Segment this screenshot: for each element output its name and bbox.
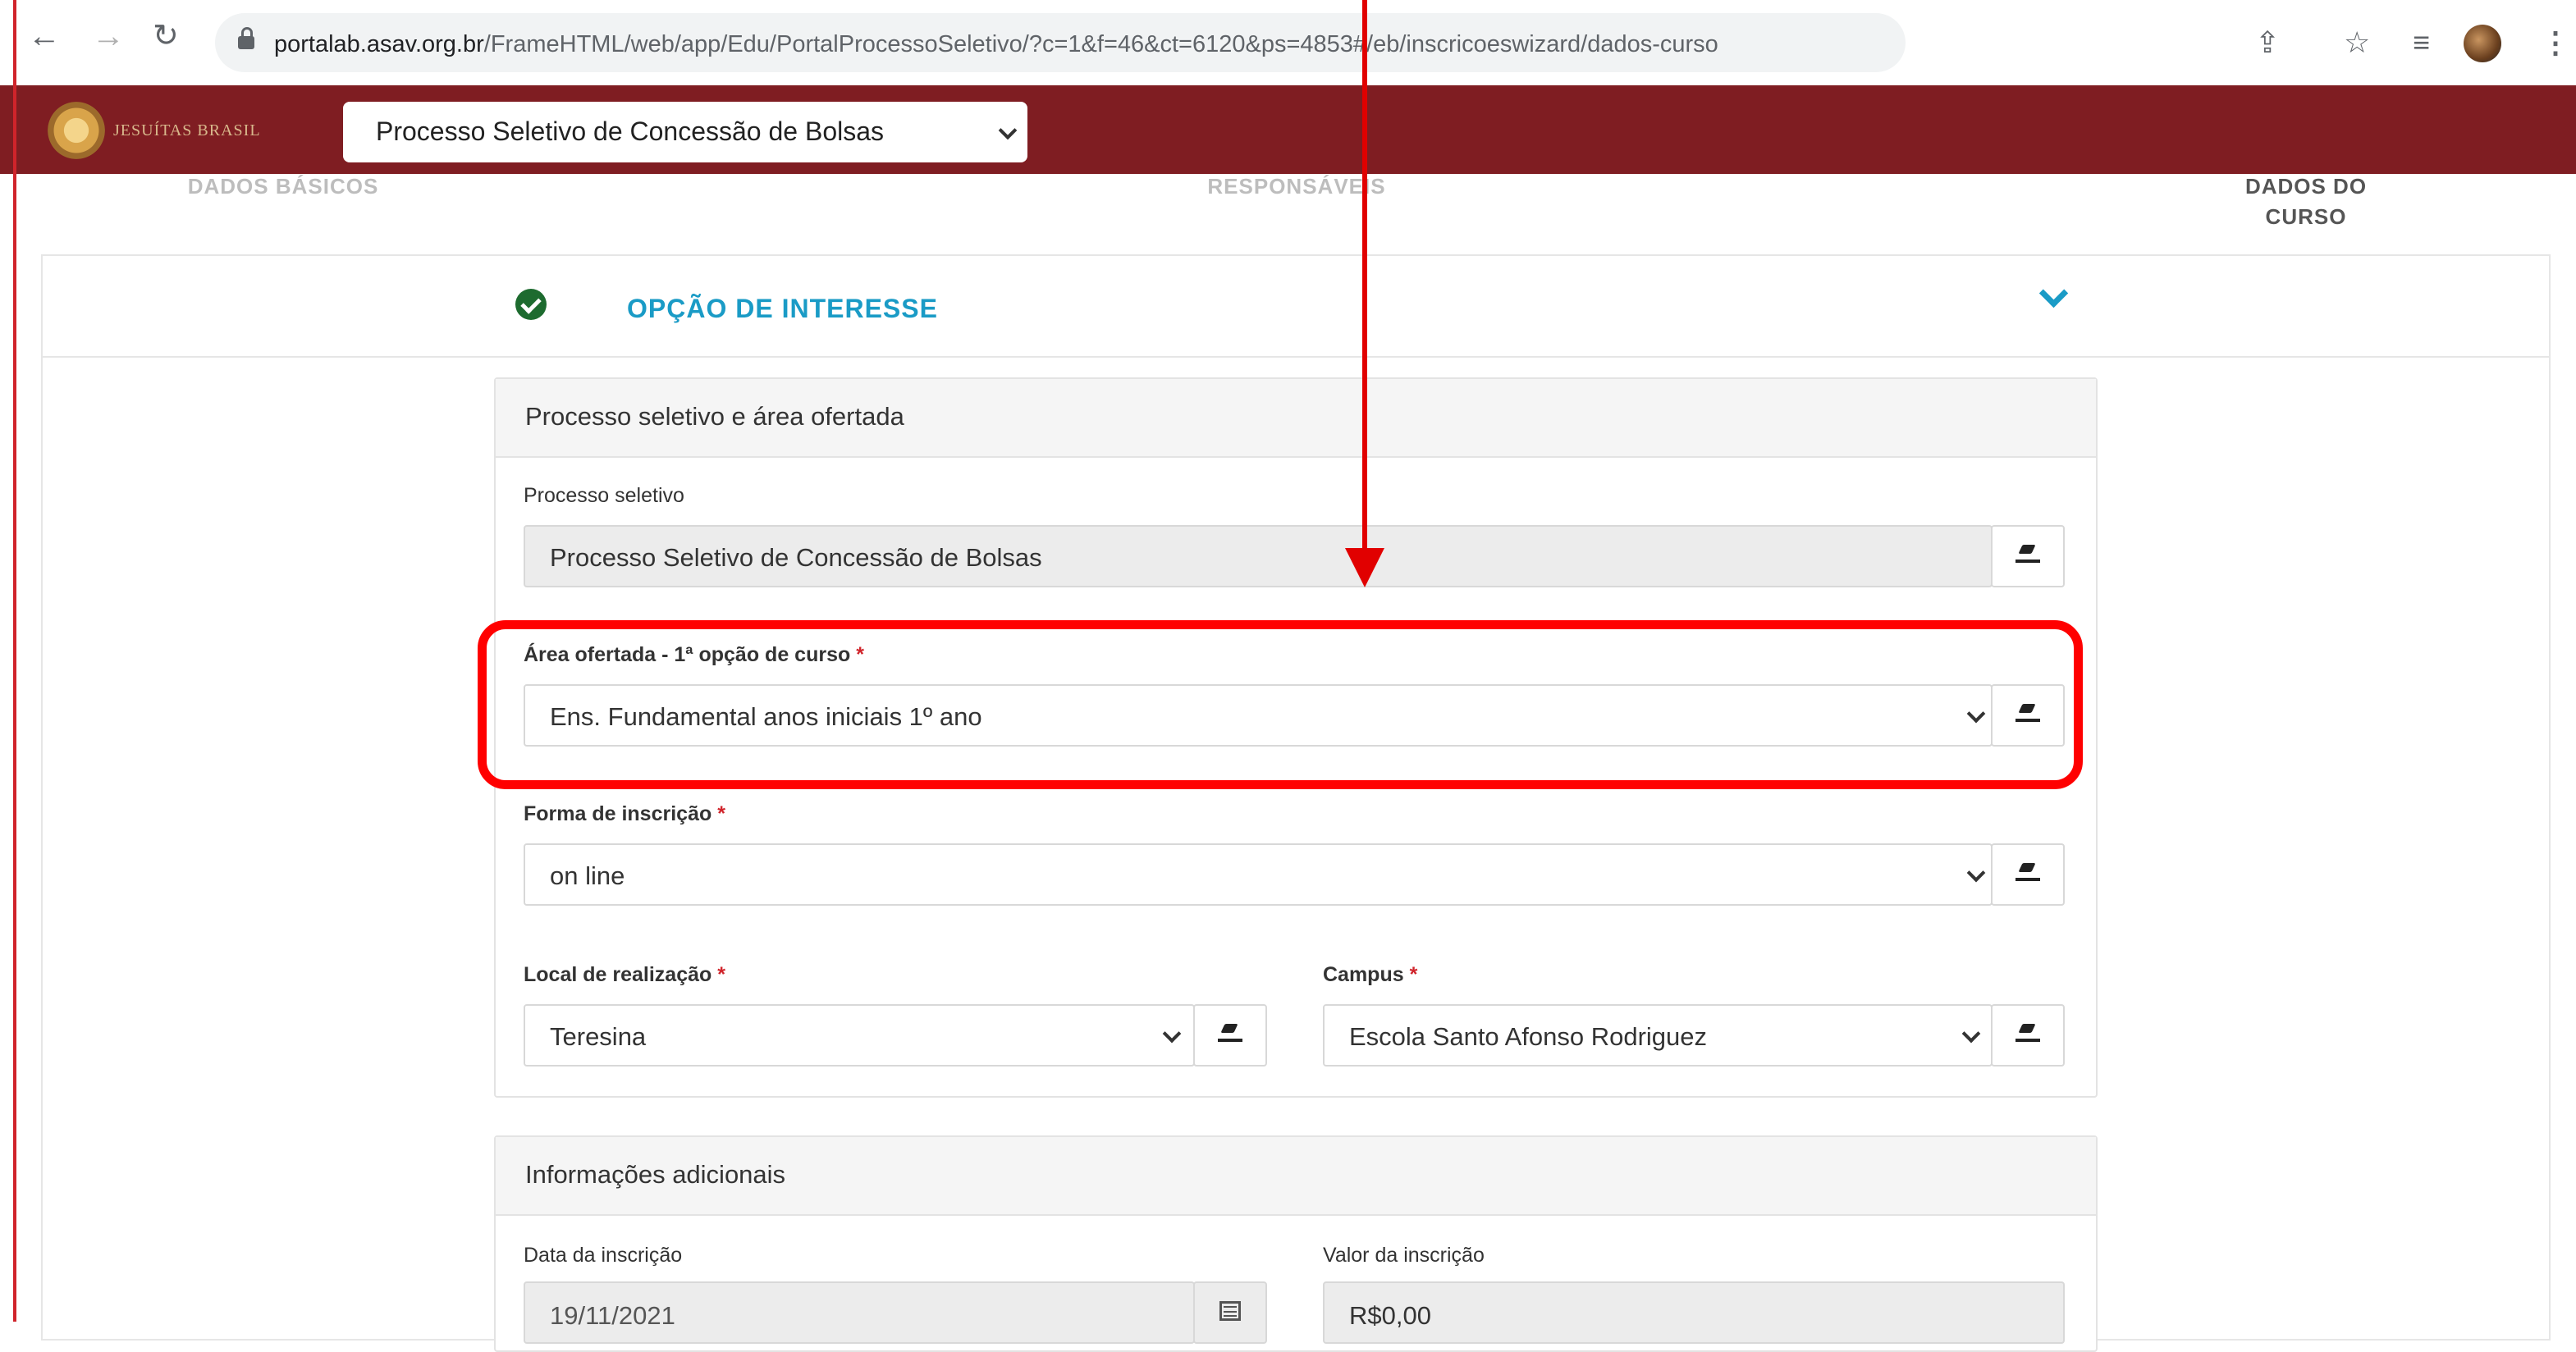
bookmark-star-icon[interactable]: ☆: [2344, 28, 2370, 57]
clear-forma-button[interactable]: [1991, 843, 2065, 906]
processo-seletivo-label: Processo seletivo: [524, 484, 684, 507]
chevron-down-icon: [998, 121, 1018, 140]
back-icon[interactable]: ←: [28, 20, 61, 53]
clear-processo-button[interactable]: [1991, 525, 2065, 587]
logo-text: JESUÍTAS BRASIL: [113, 121, 261, 139]
check-circle-icon: [515, 289, 547, 320]
url-text[interactable]: portalab.asav.org.br/FrameHTML/web/app/E…: [274, 31, 1718, 58]
step-dados-basicos[interactable]: DADOS BÁSICOS: [164, 174, 402, 199]
local-realizacao-label: Local de realização *: [524, 963, 725, 987]
forward-icon[interactable]: →: [92, 20, 125, 53]
left-border: [13, 0, 16, 1322]
accordion-title[interactable]: OPÇÃO DE INTERESSE: [627, 294, 938, 324]
campus-select[interactable]: Escola Santo Afonso Rodriguez: [1323, 1004, 1993, 1067]
required-mark: *: [717, 963, 725, 986]
valor-inscricao-value: R$0,00: [1349, 1301, 1431, 1330]
calendar-icon: [1219, 1301, 1241, 1321]
data-inscricao-value: 19/11/2021: [550, 1301, 675, 1330]
reload-icon[interactable]: ↻: [153, 21, 179, 52]
card-title: Processo seletivo e área ofertada: [525, 402, 904, 431]
forma-inscricao-label-text: Forma de inscrição: [524, 802, 712, 825]
clear-local-button[interactable]: [1193, 1004, 1267, 1067]
chevron-down-icon: [1162, 1024, 1182, 1044]
share-icon[interactable]: ⇪: [2255, 28, 2280, 57]
eraser-icon: [2016, 863, 2040, 881]
eraser-icon: [2016, 545, 2040, 563]
campus-label-text: Campus: [1323, 963, 1404, 986]
valor-inscricao-label: Valor da inscrição: [1323, 1244, 1485, 1267]
card-header: Informações adicionais: [496, 1137, 2096, 1216]
campus-value: Escola Santo Afonso Rodriguez: [1349, 1022, 1707, 1051]
jesuitas-logo-icon: [48, 102, 105, 159]
url-path: /FrameHTML/web/app/Edu/PortalProcessoSel…: [483, 31, 1718, 57]
annotation-arrow-head: [1345, 548, 1384, 587]
processo-seletivo-value: Processo Seletivo de Concessão de Bolsas: [550, 543, 1042, 572]
step-label-line2: CURSO: [2265, 204, 2347, 229]
chevron-down-icon: [1966, 863, 1986, 883]
local-realizacao-label-text: Local de realização: [524, 963, 712, 986]
campus-label: Campus *: [1323, 963, 1417, 987]
eraser-icon: [1218, 1024, 1242, 1042]
chevron-down-icon: [1961, 1024, 1981, 1044]
process-selector[interactable]: Processo Seletivo de Concessão de Bolsas: [343, 102, 1027, 162]
card-header: Processo seletivo e área ofertada: [496, 379, 2096, 458]
step-label-line1: DADOS DO: [2244, 174, 2368, 199]
eraser-icon: [2016, 1024, 2040, 1042]
forma-inscricao-label: Forma de inscrição *: [524, 802, 725, 826]
local-realizacao-value: Teresina: [550, 1022, 647, 1051]
valor-inscricao-field: R$0,00: [1323, 1281, 2065, 1344]
forma-inscricao-select[interactable]: on line: [524, 843, 1993, 906]
clear-campus-button[interactable]: [1991, 1004, 2065, 1067]
step-dados-do-curso[interactable]: DADOS DO CURSO: [2183, 174, 2429, 230]
step-responsaveis[interactable]: RESPONSÁVEIS: [1165, 174, 1428, 199]
local-realizacao-select[interactable]: Teresina: [524, 1004, 1195, 1067]
processo-seletivo-field: Processo Seletivo de Concessão de Bolsas: [524, 525, 1993, 587]
url-host: portalab.asav.org.br: [274, 31, 484, 57]
data-inscricao-label: Data da inscrição: [524, 1244, 683, 1267]
data-inscricao-field: 19/11/2021: [524, 1281, 1195, 1344]
forma-inscricao-value: on line: [550, 861, 625, 890]
annotation-arrow-line: [1362, 0, 1367, 550]
required-mark: *: [717, 802, 725, 825]
lock-icon: [238, 27, 254, 49]
calendar-button[interactable]: [1193, 1281, 1267, 1344]
annotation-highlight-box: [478, 620, 2083, 789]
reading-list-icon[interactable]: ≡: [2413, 28, 2430, 57]
process-selector-value: Processo Seletivo de Concessão de Bolsas: [376, 116, 885, 146]
card-title: Informações adicionais: [525, 1160, 786, 1189]
menu-kebab-icon[interactable]: ⋮: [2541, 28, 2570, 57]
accordion-divider: [43, 356, 2549, 358]
profile-avatar[interactable]: [2464, 25, 2501, 62]
required-mark: *: [1409, 963, 1418, 986]
